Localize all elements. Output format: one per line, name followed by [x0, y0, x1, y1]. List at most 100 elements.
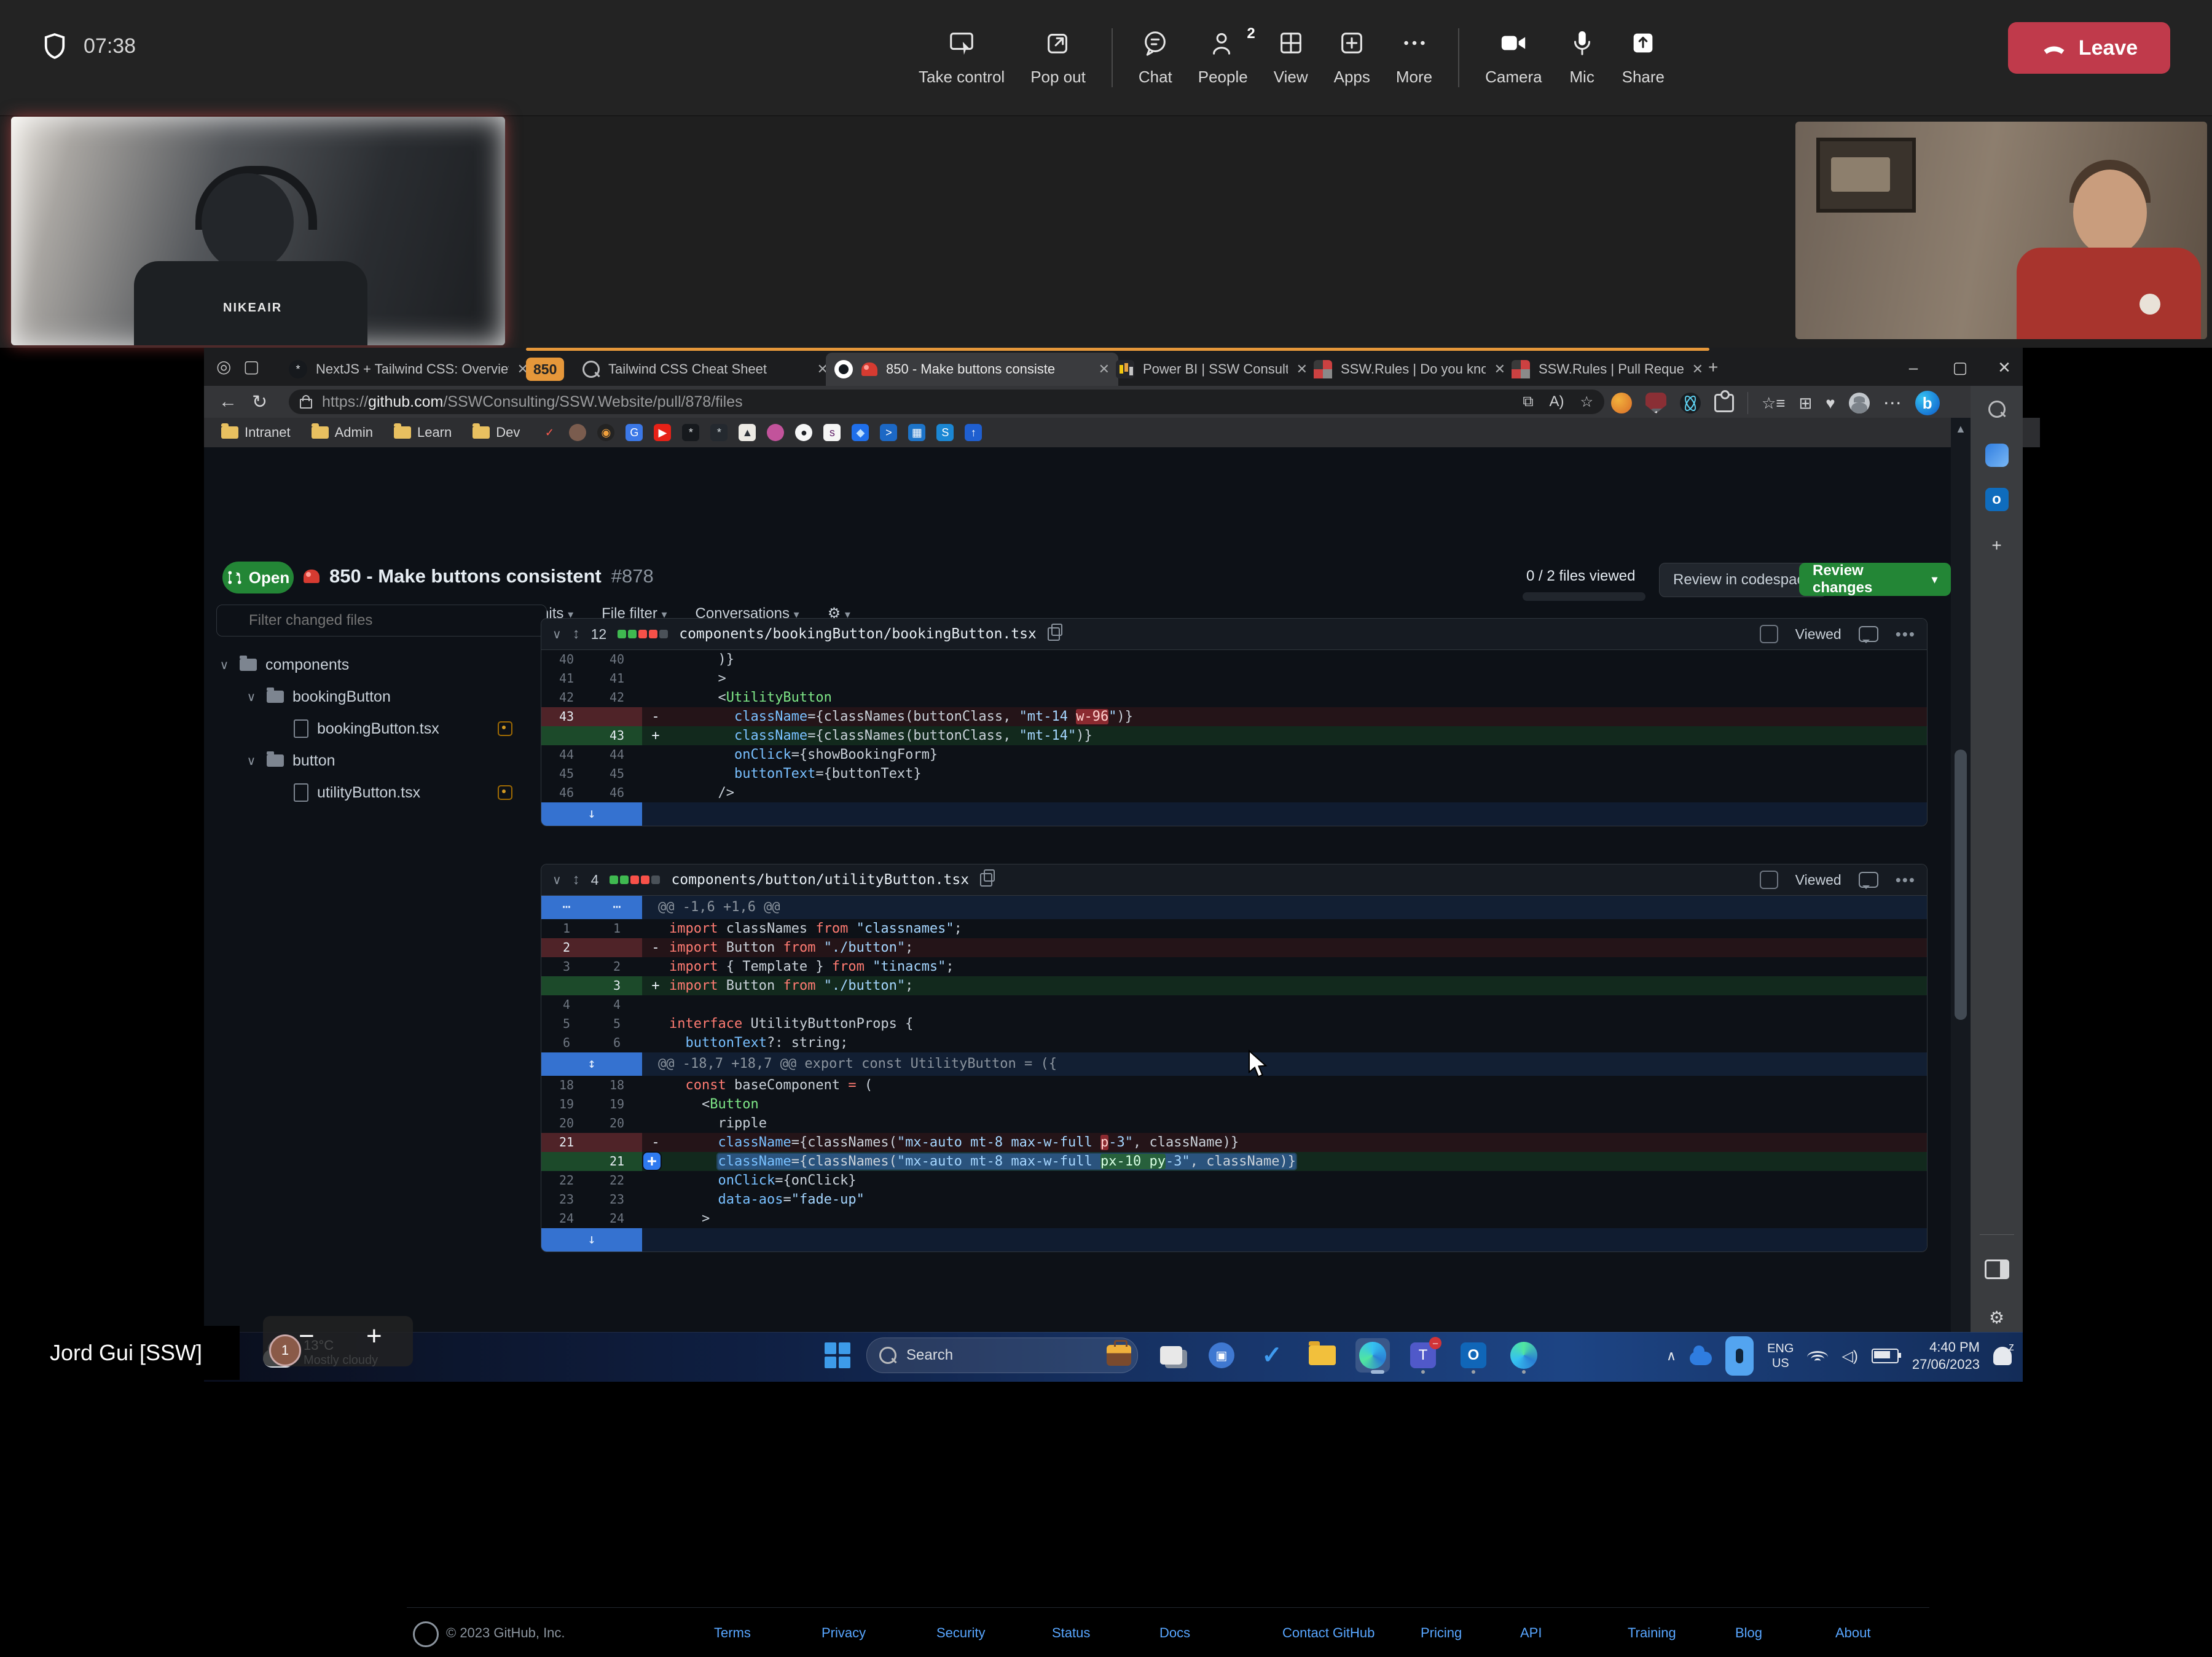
bookmark-favicon-openai-dark[interactable]: * — [710, 424, 728, 441]
battery-icon[interactable] — [1872, 1349, 1899, 1363]
new-line-number[interactable]: 23 — [592, 1190, 642, 1209]
new-line-number[interactable]: 5 — [592, 1014, 642, 1033]
new-line-number[interactable]: 4 — [592, 995, 642, 1014]
meeting-share-button[interactable]: Share — [1622, 29, 1665, 87]
sidebar-panel-toggle-icon[interactable] — [1983, 1256, 2010, 1283]
presenter-mini-avatar[interactable]: 1 — [269, 1334, 301, 1366]
bookmark-favicon-azure-arrow[interactable]: > — [880, 424, 897, 441]
volume-icon[interactable]: ◁) — [1841, 1347, 1857, 1365]
old-line-number[interactable]: 22 — [541, 1171, 592, 1190]
expand-all-icon[interactable]: ↕ — [573, 871, 580, 888]
filter-changed-files-input[interactable] — [216, 605, 547, 637]
old-line-number[interactable]: 18 — [541, 1076, 592, 1095]
browser-tab-3[interactable]: 850 - Make buttons consiste✕ — [826, 353, 1118, 386]
new-line-number[interactable]: 19 — [592, 1095, 642, 1114]
diff-file-path[interactable]: components/bookingButton/bookingButton.t… — [679, 626, 1037, 642]
bookmark-favicon-youtube[interactable]: ▶ — [654, 424, 671, 441]
meeting-camera-button[interactable]: Camera — [1485, 29, 1542, 87]
file-explorer-icon[interactable] — [1305, 1338, 1339, 1373]
split-screen-icon[interactable]: ⧉ — [1523, 393, 1533, 410]
viewed-checkbox[interactable] — [1760, 871, 1778, 889]
old-line-number[interactable]: 41 — [541, 669, 592, 688]
expand-all-icon[interactable]: ↕ — [573, 625, 580, 643]
new-line-number[interactable]: 40 — [592, 650, 642, 669]
zoom-out-button[interactable]: − — [299, 1321, 315, 1352]
meeting-people-button[interactable]: 2People — [1198, 29, 1248, 87]
bookmark-favicon-trello[interactable]: ▦ — [908, 424, 925, 441]
footer-link-security[interactable]: Security — [936, 1625, 985, 1641]
new-line-number[interactable]: 18 — [592, 1076, 642, 1095]
refresh-button[interactable]: ↻ — [252, 391, 267, 413]
new-line-number[interactable]: 3 — [592, 976, 642, 995]
tree-item-utilitybutton-tsx[interactable]: utilityButton.tsx — [209, 777, 528, 809]
footer-link-api[interactable]: API — [1520, 1625, 1542, 1641]
outlook-app-icon[interactable]: O — [1456, 1338, 1491, 1373]
diff-expand-button[interactable]: ↕ — [541, 1052, 642, 1076]
settings-menu-icon[interactable]: ⋯ — [1883, 393, 1902, 414]
bookmark-favicon-scrum[interactable]: S — [936, 424, 954, 441]
bookmark-favicon-sail[interactable]: ▲ — [739, 424, 756, 441]
bookmark-favicon-openai[interactable]: * — [682, 424, 699, 441]
copy-path-icon[interactable] — [1048, 627, 1060, 641]
scrollbar-thumb[interactable] — [1955, 750, 1967, 1020]
meeting-apps-button[interactable]: Apps — [1334, 29, 1370, 87]
read-aloud-icon[interactable]: A) — [1549, 393, 1564, 410]
file-menu-icon[interactable]: ••• — [1896, 871, 1916, 890]
sidebar-add-icon[interactable]: + — [1983, 532, 2010, 559]
old-line-number[interactable]: 21 — [541, 1133, 592, 1152]
new-tab-button[interactable]: + — [1708, 358, 1718, 377]
address-bar[interactable]: https://github.com/SSWConsulting/SSW.Web… — [289, 390, 1604, 414]
adblock-extension-icon[interactable]: 11 — [1645, 393, 1666, 413]
sidebar-settings-gear[interactable]: ⚙ — [1983, 1304, 2010, 1331]
meeting-take-control-button[interactable]: Take control — [919, 29, 1005, 87]
new-line-number[interactable]: 6 — [592, 1033, 642, 1052]
new-line-number[interactable] — [592, 1133, 642, 1152]
old-line-number[interactable]: 45 — [541, 764, 592, 783]
workspaces-icon[interactable]: ◎ — [216, 356, 231, 377]
tree-item-bookingbutton[interactable]: ∨bookingButton — [209, 681, 528, 713]
footer-link-training[interactable]: Training — [1628, 1625, 1676, 1641]
meeting-view-button[interactable]: View — [1274, 29, 1308, 87]
footer-link-privacy[interactable]: Privacy — [822, 1625, 866, 1641]
new-line-number[interactable]: 1 — [592, 919, 642, 938]
onedrive-icon[interactable] — [1690, 1352, 1712, 1365]
new-line-number[interactable]: 42 — [592, 688, 642, 707]
new-line-number[interactable] — [592, 938, 642, 957]
footer-link-docs[interactable]: Docs — [1159, 1625, 1190, 1641]
browser-tab-2[interactable]: Tailwind CSS Cheat Sheet✕ — [574, 353, 837, 386]
collapse-chevron-icon[interactable]: ∨ — [552, 627, 562, 642]
bookmark-favicon-sphere[interactable] — [767, 424, 784, 441]
new-line-number[interactable]: 24 — [592, 1209, 642, 1228]
chevron-down-icon[interactable]: ∨ — [245, 753, 258, 769]
favorite-star-icon[interactable]: ☆ — [1580, 393, 1593, 411]
browser-tab-5[interactable]: SSW.Rules | Do you know how to✕ — [1305, 353, 1514, 386]
scroll-up-arrow[interactable]: ▲ — [1955, 423, 1966, 436]
react-devtools-icon[interactable] — [1680, 393, 1701, 413]
footer-link-blog[interactable]: Blog — [1735, 1625, 1762, 1641]
old-line-number[interactable]: 23 — [541, 1190, 592, 1209]
browser-tab-1[interactable]: *NextJS + Tailwind CSS: Overview✕ — [280, 353, 537, 386]
old-line-number[interactable]: 20 — [541, 1114, 592, 1133]
copy-path-icon[interactable] — [980, 873, 992, 887]
old-line-number[interactable]: 6 — [541, 1033, 592, 1052]
tree-item-bookingbutton-tsx[interactable]: bookingButton.tsx — [209, 713, 528, 745]
focus-assist-bell-icon[interactable] — [1993, 1347, 2012, 1365]
add-comment-button[interactable]: + — [643, 1153, 661, 1170]
bookmark-favicon-check-red[interactable]: ✓ — [541, 424, 558, 441]
old-line-number[interactable]: 2 — [541, 938, 592, 957]
extension-icon-orange[interactable] — [1611, 393, 1632, 413]
new-line-number[interactable]: 20 — [592, 1114, 642, 1133]
diff-expand-button[interactable]: ↓ — [541, 802, 642, 826]
new-line-number[interactable]: 45 — [592, 764, 642, 783]
chevron-down-icon[interactable]: ∨ — [245, 689, 258, 705]
footer-link-pricing[interactable]: Pricing — [1421, 1625, 1462, 1641]
old-line-number[interactable]: 1 — [541, 919, 592, 938]
edge-app-icon[interactable] — [1355, 1338, 1390, 1373]
sidebar-designer-icon[interactable] — [1985, 444, 2009, 467]
old-line-number[interactable] — [541, 726, 592, 745]
viewed-checkbox[interactable] — [1760, 625, 1778, 643]
hidden-icons-chevron[interactable]: ∧ — [1666, 1348, 1676, 1364]
tree-item-components[interactable]: ∨components — [209, 649, 528, 681]
page-scrollbar[interactable]: ▲ — [1951, 418, 1971, 1332]
new-line-number[interactable]: 22 — [592, 1171, 642, 1190]
